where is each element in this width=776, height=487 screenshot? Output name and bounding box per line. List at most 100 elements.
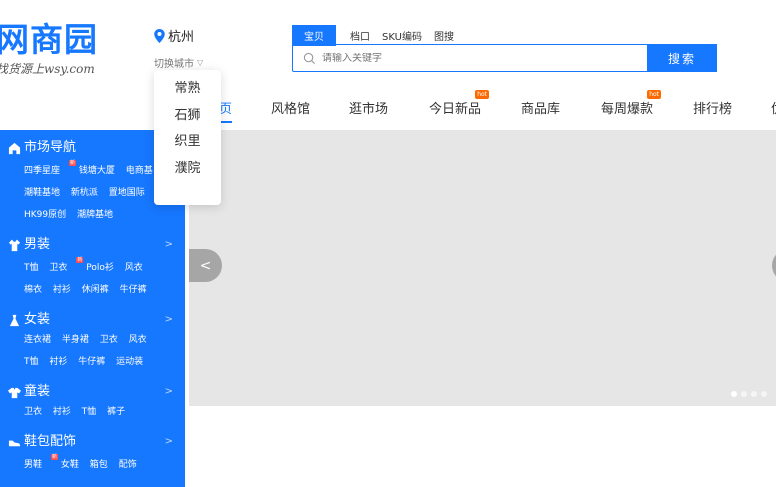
category-title: 童装 [24, 384, 51, 399]
nav-item-weekly-hot[interactable]: 每周爆款 hot [601, 90, 662, 117]
subcategory-link[interactable]: 衬衫 [53, 407, 71, 417]
chevron-right-icon: > [164, 239, 173, 250]
new-badge: 新 [69, 160, 77, 166]
chevron-right-icon: > [164, 314, 173, 325]
search-tab-image[interactable]: 图搜 [434, 25, 454, 46]
nav-item-more[interactable]: 优 [771, 98, 776, 117]
search-box: 搜索 [292, 44, 717, 72]
market-link[interactable]: HK99原创 [24, 210, 66, 220]
category-shoes-bags: 鞋包配饰 > 男鞋 新 女鞋 箱包 配饰 [8, 433, 185, 476]
search-button[interactable]: 搜索 [647, 44, 717, 72]
nav-item-new-today[interactable]: 今日新品 hot [429, 90, 490, 117]
carousel-prev-button[interactable]: < [189, 249, 222, 282]
category-menswear: 男装 > T恤 卫衣 新 Polo衫 风衣 棉衣 衬衫 休闲裤 牛仔裤 [8, 236, 185, 301]
hot-badge: hot [475, 90, 490, 99]
subcategory-link[interactable]: 运动装 [116, 357, 143, 367]
market-link[interactable]: 四季星座 [24, 166, 60, 176]
market-link[interactable]: 置地国际 [109, 188, 145, 198]
subcategory-link[interactable]: 半身裙 [62, 335, 89, 345]
main-nav: 页 风格馆 逛市场 今日新品 hot 商品库 每周爆款 hot 排行榜 优 [0, 90, 776, 123]
subcategory-link[interactable]: 女鞋 [61, 460, 79, 470]
subcategory-link[interactable]: 卫衣 [24, 407, 42, 417]
search-tab-item[interactable]: 宝贝 [292, 25, 336, 46]
category-header[interactable]: 男装 > [8, 236, 185, 254]
category-womenswear: 女装 > 连衣裙 半身裙 卫衣 风衣 T恤 衬衫 牛仔裤 运动装 [8, 311, 185, 373]
subcategory-link[interactable]: Polo衫 [86, 263, 114, 273]
search-tab-sku[interactable]: SKU编码 [382, 25, 422, 46]
subcategory-link[interactable]: 风衣 [129, 335, 147, 345]
shoe-icon [8, 440, 21, 446]
chevron-down-icon: ▽ [197, 58, 204, 67]
banner-carousel[interactable] [189, 130, 776, 406]
carousel-dot[interactable] [741, 391, 747, 397]
subcategory-link[interactable]: 男鞋 [24, 460, 42, 470]
subcategory-link[interactable]: 牛仔裤 [120, 285, 147, 295]
city-selector[interactable]: 杭州 切换城市 ▽ [154, 26, 203, 70]
subcategory-link[interactable]: 风衣 [125, 263, 143, 273]
market-link[interactable]: 钱塘大厦 [79, 166, 115, 176]
market-link[interactable]: 电商基 [126, 166, 153, 176]
subcategory-link[interactable]: 牛仔裤 [78, 357, 105, 367]
new-badge: 新 [51, 454, 59, 460]
switch-city-label: 切换城市 [154, 59, 194, 70]
nav-item-ranking[interactable]: 排行榜 [693, 98, 732, 117]
city-option[interactable]: 常熟 [154, 76, 221, 103]
city-option[interactable]: 织里 [154, 129, 221, 156]
subcategory-link[interactable]: 裤子 [107, 407, 125, 417]
hot-badge: hot [647, 90, 662, 99]
site-logo[interactable]: 网商园 找货源上wsy.com [0, 22, 116, 82]
search-tabs: 宝贝 档口 SKU编码 图搜 [292, 25, 466, 46]
carousel-dot[interactable] [731, 391, 737, 397]
market-link[interactable]: 潮鞋基地 [24, 188, 60, 198]
subcategory-link[interactable]: 配饰 [119, 460, 137, 470]
nav-item-market[interactable]: 逛市场 [349, 98, 388, 117]
location-pin-icon [154, 28, 165, 43]
category-title: 鞋包配饰 [24, 434, 77, 449]
subcategory-link[interactable]: 卫衣 [49, 263, 67, 273]
subcategory-link[interactable]: 棉衣 [24, 285, 42, 295]
subcategory-link[interactable]: 休闲裤 [82, 285, 109, 295]
nav-item-style[interactable]: 风格馆 [271, 98, 310, 117]
new-badge: 新 [76, 257, 84, 263]
subcategory-link[interactable]: 卫衣 [100, 335, 118, 345]
city-option[interactable]: 石狮 [154, 103, 221, 130]
search-icon [303, 52, 316, 64]
category-header[interactable]: 女装 > [8, 311, 185, 329]
nav-item-label: 每周爆款 [601, 102, 654, 117]
chevron-left-icon: < [199, 257, 212, 274]
market-link[interactable]: 潮牌基地 [77, 210, 113, 220]
page: 网商园 找货源上wsy.com 杭州 切换城市 ▽ 宝贝 档口 SKU编码 图搜… [0, 0, 776, 487]
category-title: 市场导航 [24, 140, 77, 155]
home-icon [8, 142, 21, 154]
subcategory-link[interactable]: 衬衫 [49, 357, 67, 367]
search-input[interactable] [322, 52, 647, 64]
carousel-dots [731, 391, 771, 397]
chevron-right-icon: > [164, 436, 173, 447]
logo-slogan: 找货源上wsy.com [0, 62, 95, 76]
subcategory-link[interactable]: 衬衫 [53, 285, 71, 295]
category-title: 女装 [24, 312, 51, 327]
subcategory-link[interactable]: 箱包 [90, 460, 108, 470]
dress-icon [9, 314, 20, 326]
market-link[interactable]: 新杭派 [71, 188, 98, 198]
subcategory-link[interactable]: 连衣裙 [24, 335, 51, 345]
city-dropdown: 常熟 石狮 织里 濮院 [154, 70, 221, 205]
carousel-dot[interactable] [751, 391, 757, 397]
search-tab-shop[interactable]: 档口 [350, 25, 370, 46]
nav-item-label: 今日新品 [429, 102, 482, 117]
subcategory-link[interactable]: T恤 [24, 357, 39, 367]
nav-item-product-library[interactable]: 商品库 [521, 98, 560, 117]
logo-text: 网商园 [0, 20, 98, 59]
current-city: 杭州 [168, 30, 195, 45]
category-header[interactable]: 童装 > [8, 383, 185, 401]
category-title: 男装 [24, 237, 51, 252]
category-header[interactable]: 鞋包配饰 > [8, 433, 185, 451]
switch-city-button[interactable]: 切换城市 ▽ [154, 55, 203, 70]
city-option[interactable]: 濮院 [154, 156, 221, 183]
kids-icon [8, 387, 21, 398]
chevron-right-icon: > [164, 386, 173, 397]
carousel-dot[interactable] [761, 391, 767, 397]
subcategory-link[interactable]: T恤 [82, 407, 97, 417]
category-kidswear: 童装 > 卫衣 衬衫 T恤 裤子 [8, 383, 185, 423]
subcategory-link[interactable]: T恤 [24, 263, 39, 273]
